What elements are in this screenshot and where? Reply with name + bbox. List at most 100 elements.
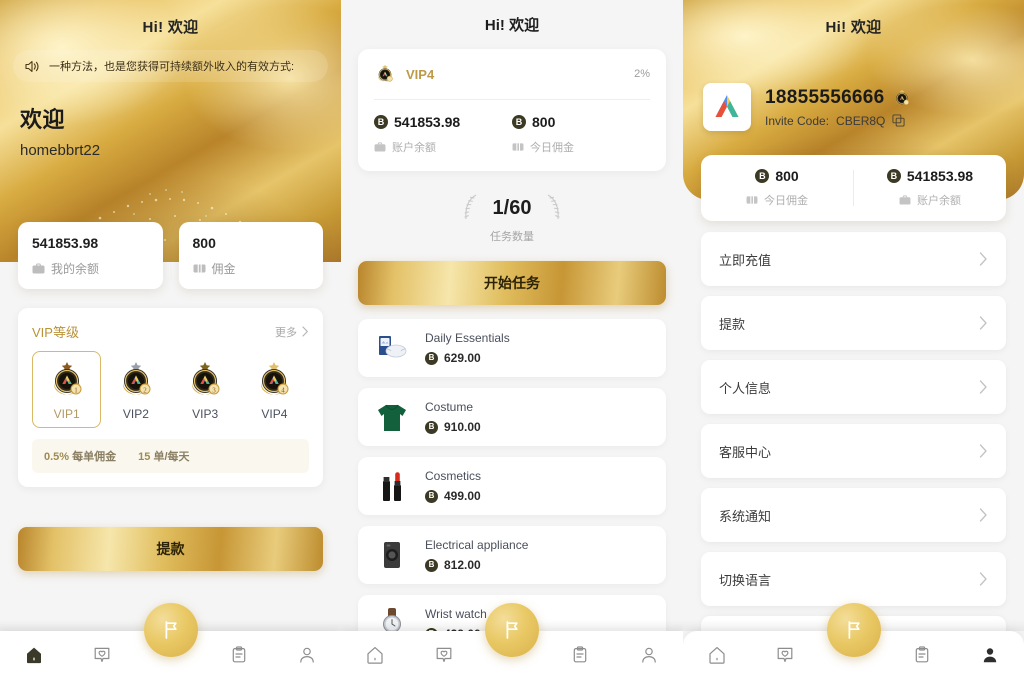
vip-level-card: VIP等级 更多 1 VIP1 2 VIP2 3 VIP3 4 VIP4 0.5… (18, 308, 323, 487)
nav-item-profile[interactable] (956, 645, 1024, 665)
task-counter-label: 任务数量 (490, 231, 534, 243)
nav-item-home[interactable] (0, 645, 68, 665)
profile-stat-label: 今日佣金 (764, 195, 808, 207)
account-card-header: VIP4 2% (374, 63, 650, 85)
start-task-button[interactable]: 开始任务 (358, 261, 666, 305)
welcome-block: 欢迎 homebbrt22 (0, 82, 341, 159)
chevron-right-icon (302, 326, 308, 337)
withdraw-button[interactable]: 提款 (18, 527, 323, 571)
chevron-right-icon (979, 380, 987, 394)
nav-fab-tasks[interactable] (485, 603, 539, 657)
coin-icon: B (425, 489, 438, 503)
wallet-icon (374, 142, 386, 152)
task-item-name: Costume (425, 400, 474, 414)
account-stat-label: 账户余额 (392, 142, 436, 154)
profile-stat-value-row: B 800 (755, 168, 799, 184)
menu-item-recharge[interactable]: 立即充值 (701, 232, 1006, 286)
task-item[interactable]: Cosmetics B 499.00 (358, 457, 666, 515)
account-stat-label: 今日佣金 (530, 142, 574, 154)
copy-icon[interactable] (892, 114, 905, 127)
home-icon (367, 647, 383, 664)
coin-icon: B (374, 115, 388, 129)
nav-item-orders[interactable] (205, 645, 273, 665)
ticket-icon (512, 143, 524, 151)
vip-medal-icon: 1 (53, 362, 82, 395)
nav-item-profile[interactable] (273, 645, 341, 665)
brand-a-logo-icon (715, 95, 739, 117)
task-item[interactable]: Electrical appliance B 812.00 (358, 526, 666, 584)
task-item[interactable]: Daily Essentials B 629.00 (358, 319, 666, 377)
menu-item-language[interactable]: 切换语言 (701, 552, 1006, 606)
balance-label-row: 我的余额 (32, 260, 149, 277)
nav-fab-home[interactable] (143, 603, 198, 657)
account-vip-label: VIP4 (406, 66, 435, 82)
coin-icon: B (512, 115, 526, 129)
person-icon (642, 647, 656, 663)
task-counter-center: 1/60 (493, 197, 532, 220)
nav-item-orders[interactable] (546, 645, 614, 665)
balance-card-wallet[interactable]: 541853.98 我的余额 (18, 222, 163, 289)
vip-orders-value: 15 (138, 451, 151, 463)
page-title: Hi! 欢迎 (484, 17, 540, 34)
heart-chat-icon (436, 647, 452, 662)
chevron-right-icon (979, 316, 987, 330)
vip-level-label: VIP1 (53, 407, 80, 421)
nav-item-orders[interactable] (888, 645, 956, 665)
nav-item-home[interactable] (683, 645, 751, 665)
avatar[interactable] (703, 83, 751, 131)
menu-item-withdraw[interactable]: 提款 (701, 296, 1006, 350)
clipboard-icon (915, 646, 929, 663)
task-item-name: Daily Essentials (425, 331, 510, 345)
coin-icon: B (425, 420, 438, 434)
vip-level-item-4[interactable]: 4 VIP4 (240, 351, 309, 428)
nav-fab-profile[interactable] (826, 603, 881, 657)
account-summary-card: VIP4 2% B 541853.98 账户余额 B 800 今日佣金 (358, 49, 666, 171)
vip-level-item-1[interactable]: 1 VIP1 (32, 351, 102, 428)
vip-more-button[interactable]: 更多 (275, 324, 309, 340)
account-percent: 2% (634, 68, 650, 80)
divider (374, 99, 650, 100)
account-stat-value-row: B 541853.98 (374, 114, 512, 130)
announcement-bar[interactable]: 一种方法，也是您获得可持续额外收入的有效方式: (13, 50, 328, 82)
flag-icon (848, 621, 860, 639)
nav-item-home[interactable] (341, 645, 409, 665)
vip-more-label: 更多 (275, 326, 297, 339)
home-icon (27, 647, 42, 664)
menu-item-notifications[interactable]: 系统通知 (701, 488, 1006, 542)
nav-item-favorites[interactable] (409, 645, 477, 665)
vip-level-item-3[interactable]: 3 VIP3 (171, 351, 240, 428)
nav-item-favorites[interactable] (68, 645, 136, 665)
task-item-price-row: B 812.00 (425, 558, 528, 572)
balance-label: 我的余额 (51, 262, 100, 276)
account-stats: B 541853.98 账户余额 B 800 今日佣金 (374, 114, 650, 155)
profile-stats-card: B 800 今日佣金 B 541853.98 账户余额 (701, 155, 1006, 221)
panel-tasks: Hi! 欢迎 VIP4 2% B 541853.98 账户余额 B 800 今日… (341, 0, 683, 679)
task-item-price: 812.00 (444, 558, 481, 572)
task-item-name: Wrist watch (425, 607, 487, 621)
laurel-left-icon (463, 194, 476, 220)
panel-profile: Hi! 欢迎 18855556666 Invite Code: CBER8Q B… (683, 0, 1024, 679)
profile-identity: 18855556666 Invite Code: CBER8Q (683, 37, 1024, 131)
balance-label-row: 佣金 (193, 260, 310, 277)
menu-item-personal-info[interactable]: 个人信息 (701, 360, 1006, 414)
profile-stat-value: 800 (775, 168, 799, 184)
profile-stat-label: 账户余额 (917, 195, 961, 207)
menu-item-support[interactable]: 客服中心 (701, 424, 1006, 478)
task-item[interactable]: Costume B 910.00 (358, 388, 666, 446)
profile-stat-label-row: 今日佣金 (746, 192, 808, 208)
profile-stat-label-row: 账户余额 (899, 192, 961, 208)
task-item-name: Electrical appliance (425, 538, 529, 552)
vip-level-item-2[interactable]: 2 VIP2 (101, 351, 170, 428)
vip-medal-icon (895, 88, 909, 105)
account-stat-balance: B 541853.98 账户余额 (374, 114, 512, 155)
nav-item-profile[interactable] (615, 645, 683, 665)
profile-identity-row: 18855556666 Invite Code: CBER8Q (683, 83, 1024, 131)
heart-chat-icon (94, 647, 110, 662)
menu-item-label: 立即充值 (719, 252, 772, 268)
menu-item-label: 个人信息 (719, 380, 772, 396)
chevron-right-icon (979, 572, 987, 586)
account-stat-value-row: B 800 (512, 114, 650, 130)
vip-orders-group: 15 单/每天 (138, 448, 189, 464)
nav-item-favorites[interactable] (751, 645, 819, 665)
balance-card-commission[interactable]: 800 佣金 (178, 222, 323, 289)
